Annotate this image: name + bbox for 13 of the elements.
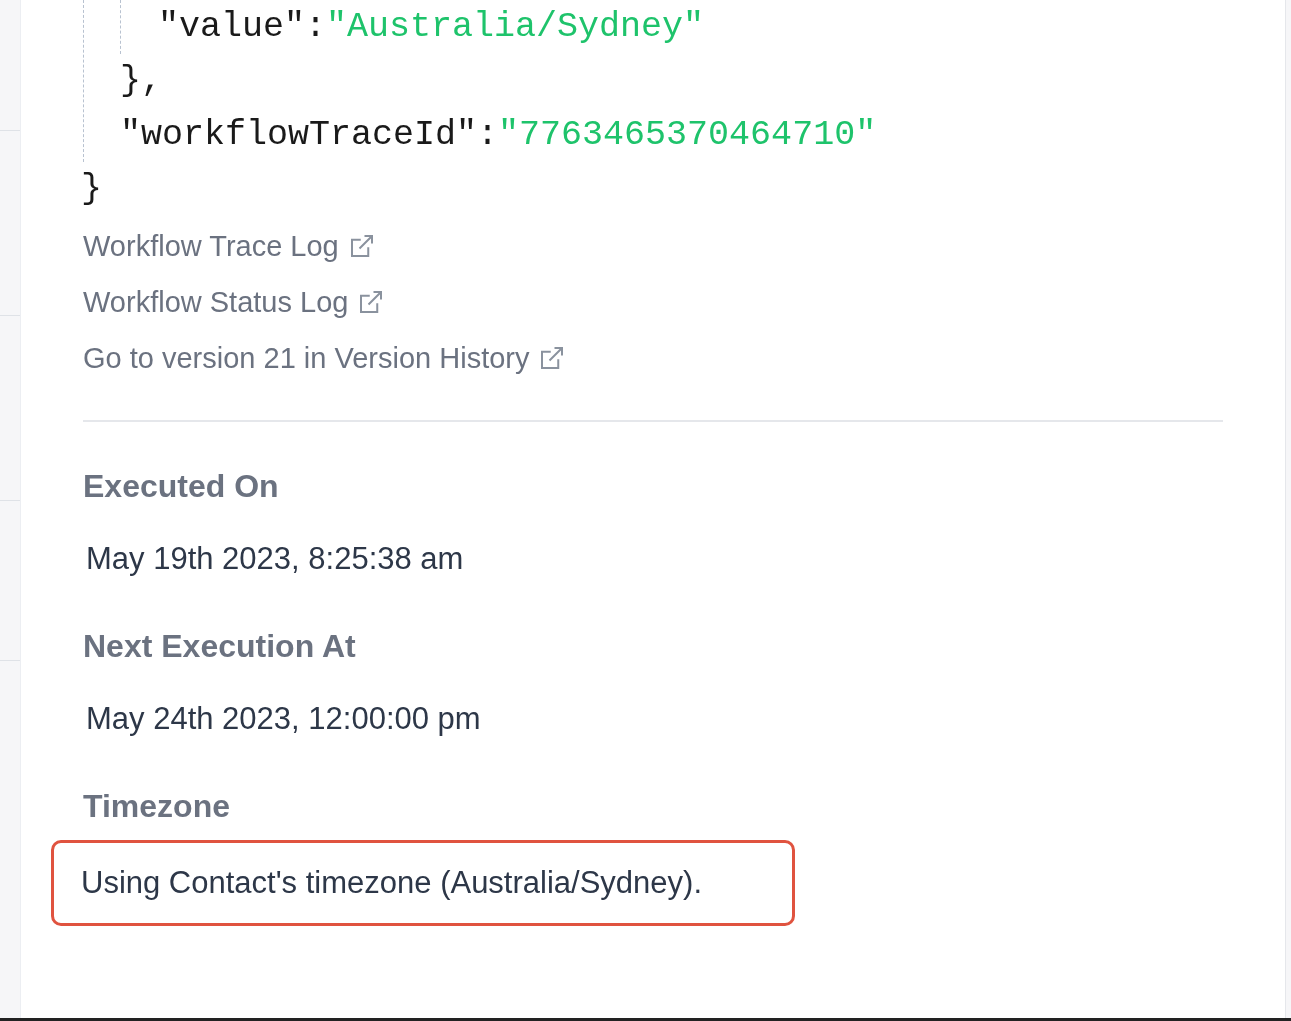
code-line: }, bbox=[120, 60, 162, 103]
field-value: May 19th 2023, 8:25:38 am bbox=[85, 540, 465, 578]
code-line: "workflowTraceId":"7763465370464710" bbox=[120, 114, 877, 157]
field-value: May 24th 2023, 12:00:00 pm bbox=[85, 700, 482, 738]
code-line: "value":"Australia/Sydney" bbox=[157, 6, 705, 49]
external-link[interactable]: Workflow Status Log bbox=[83, 280, 387, 324]
field-label: Executed On bbox=[83, 467, 279, 506]
external-link[interactable]: Go to version 21 in Version History bbox=[83, 336, 568, 380]
field-value: Using Contact's timezone (Australia/Sydney). bbox=[51, 840, 795, 926]
code-line: } bbox=[81, 168, 102, 211]
external-link[interactable]: Workflow Trace Log bbox=[83, 224, 377, 268]
field-label: Next Execution At bbox=[83, 627, 356, 666]
field-label: Timezone bbox=[83, 787, 230, 826]
